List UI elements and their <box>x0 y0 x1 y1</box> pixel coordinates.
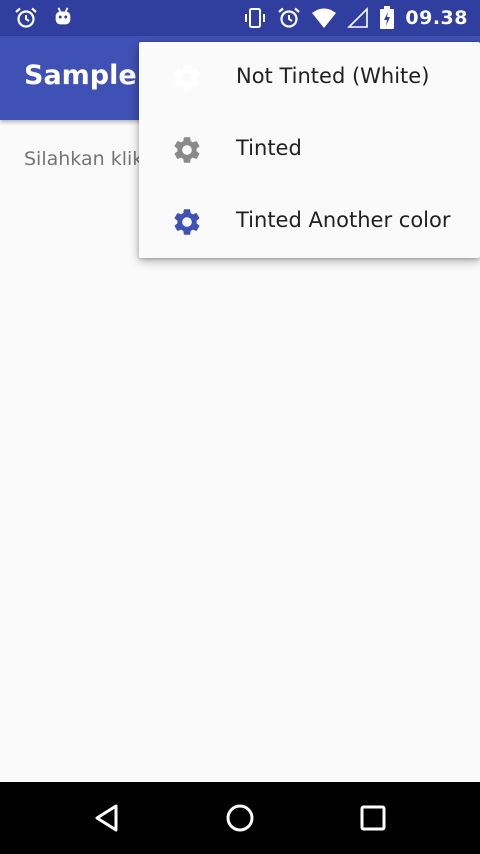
wifi-icon <box>312 8 337 28</box>
navigation-bar <box>0 782 480 854</box>
overflow-menu: Not Tinted (White) Tinted Tinted Another… <box>139 42 480 258</box>
android-notification-icon <box>55 7 71 25</box>
menu-item-tinted[interactable]: Tinted <box>139 114 480 186</box>
home-icon[interactable] <box>222 800 258 836</box>
menu-item-tinted-another-color[interactable]: Tinted Another color <box>139 186 480 258</box>
system-icons: 09.38 <box>243 4 468 32</box>
content-text: Silahkan klik <box>24 148 144 170</box>
menu-item-not-tinted[interactable]: Not Tinted (White) <box>139 42 480 114</box>
menu-item-label: Tinted <box>236 136 302 160</box>
gear-icon <box>174 65 200 91</box>
gear-icon <box>174 137 200 163</box>
recents-icon[interactable] <box>355 800 391 836</box>
battery-charging-icon <box>380 6 395 29</box>
menu-item-label: Not Tinted (White) <box>236 64 430 88</box>
notification-icons <box>14 6 74 30</box>
alarm-icon <box>15 7 37 28</box>
back-icon[interactable] <box>89 800 125 836</box>
alarm-icon <box>278 7 301 28</box>
gear-icon <box>174 209 200 235</box>
menu-item-label: Tinted Another color <box>236 208 451 232</box>
signal-icon <box>347 7 369 28</box>
status-time: 09.38 <box>405 7 468 29</box>
status-bar: 09.38 <box>0 0 480 36</box>
vibrate-icon <box>245 8 266 28</box>
